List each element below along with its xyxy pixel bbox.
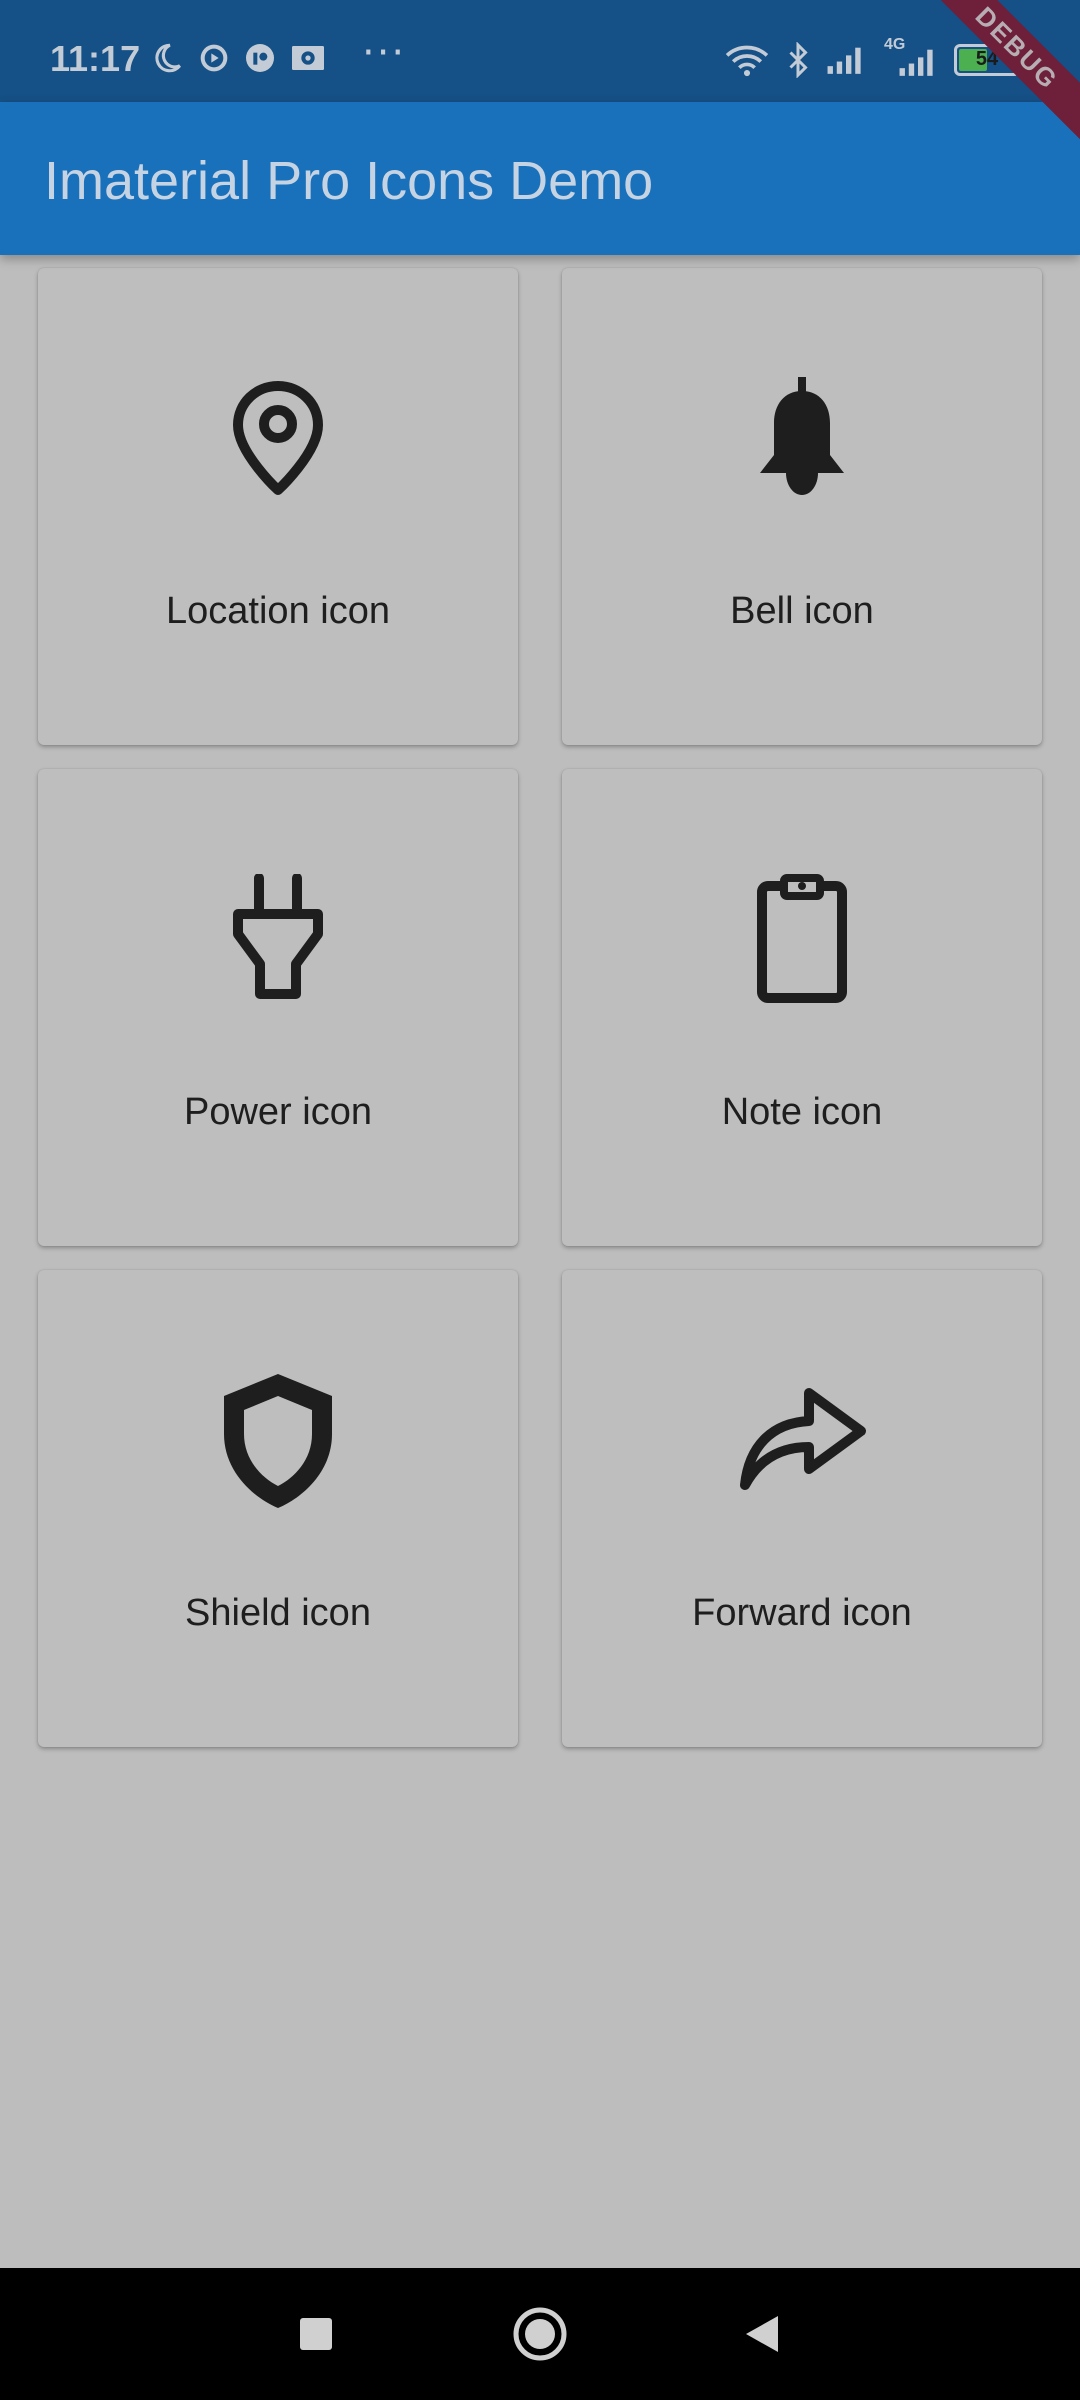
card-label: Bell icon <box>730 590 874 632</box>
status-time: 11:17 <box>50 38 141 79</box>
card-bell[interactable]: Bell icon <box>562 268 1042 745</box>
forward-icon <box>732 1370 872 1510</box>
bluetooth-icon <box>786 42 810 78</box>
back-button[interactable] <box>732 2304 792 2364</box>
app-title: Imaterial Pro Icons Demo <box>44 151 654 211</box>
status-system-icons: 4G 54 <box>724 36 1025 80</box>
card-label: Shield icon <box>185 1592 371 1634</box>
square-icon <box>300 2318 332 2350</box>
card-label: Power icon <box>184 1091 372 1133</box>
power-icon <box>208 869 348 1009</box>
location-icon <box>208 368 348 508</box>
bell-icon <box>732 368 872 508</box>
shield-icon <box>208 1370 348 1510</box>
signal-4g-icon: 4G <box>882 36 938 78</box>
moon-icon <box>150 41 184 75</box>
card-shield[interactable]: Shield icon <box>38 1270 518 1747</box>
card-label: Forward icon <box>692 1592 912 1634</box>
app-bar: Imaterial Pro Icons Demo <box>0 102 1080 255</box>
recents-button[interactable] <box>286 2304 346 2364</box>
status-bar: 11:17 ··· 4G 54 <box>0 0 1080 102</box>
navigation-bar <box>0 2268 1080 2400</box>
app-icon <box>244 42 276 74</box>
status-notification-icons <box>150 40 326 76</box>
card-forward[interactable]: Forward icon <box>562 1270 1042 1747</box>
card-location[interactable]: Location icon <box>38 268 518 745</box>
card-label: Note icon <box>721 1091 883 1133</box>
note-icon <box>732 869 872 1009</box>
icon-grid: Location icon Bell icon Power icon Note … <box>38 268 1042 1747</box>
cast-icon <box>290 42 326 74</box>
home-button[interactable] <box>510 2304 570 2364</box>
card-power[interactable]: Power icon <box>38 769 518 1246</box>
card-label: Location icon <box>166 590 390 632</box>
back-triangle-icon <box>746 2316 778 2352</box>
circle-icon <box>513 2307 567 2361</box>
app-screen: 11:17 ··· 4G 54 DEBUG Imaterial Pro Icon… <box>0 0 1080 2400</box>
more-notifications-indicator: ··· <box>362 30 407 76</box>
card-note[interactable]: Note icon <box>562 769 1042 1246</box>
wifi-icon <box>724 43 770 77</box>
media-icon <box>198 42 230 74</box>
signal-icon <box>826 44 866 76</box>
